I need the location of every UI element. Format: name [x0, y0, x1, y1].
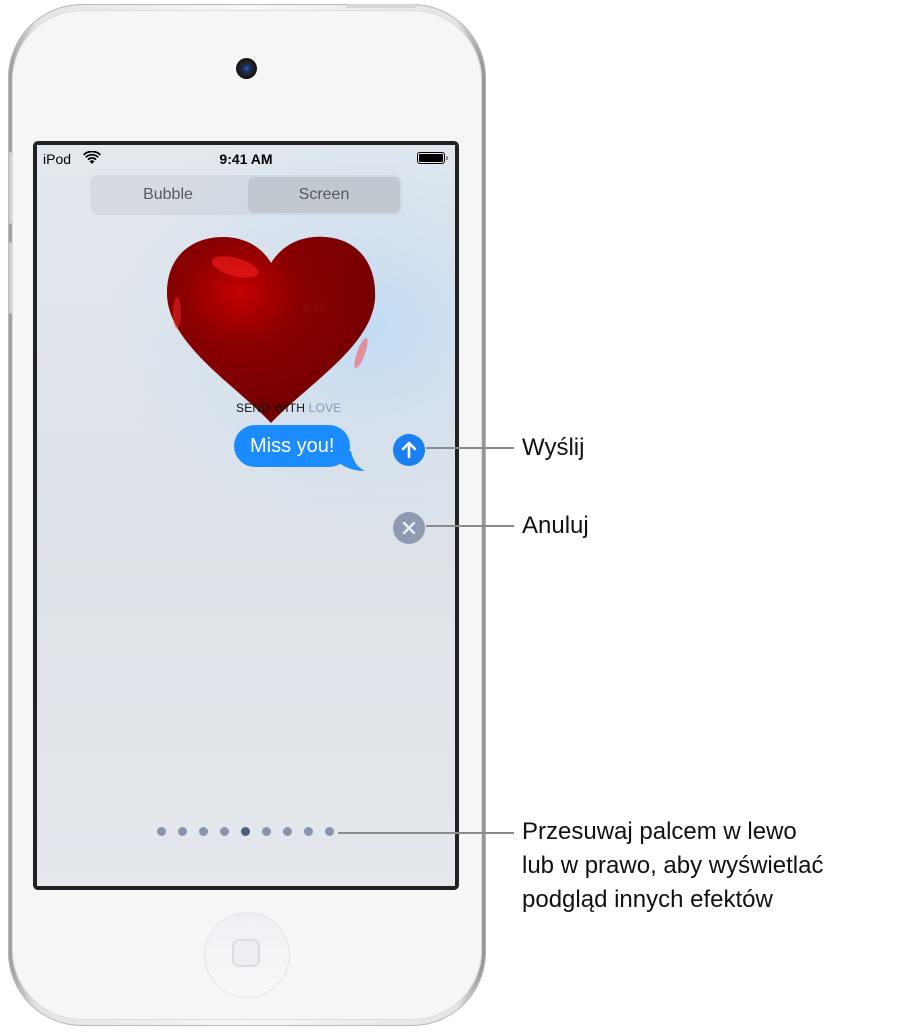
page-dot[interactable]: [178, 827, 187, 836]
effect-name-part2: LOVE: [308, 401, 342, 415]
screen-bezel: iPod 9:41 AM Bubble Screen you! SEND WIT…: [33, 141, 459, 890]
effect-type-segmented-control: Bubble Screen: [90, 175, 402, 215]
page-dot[interactable]: [199, 827, 208, 836]
front-camera-icon: [236, 58, 257, 79]
battery-icon: [417, 152, 448, 164]
status-bar: iPod 9:41 AM: [37, 145, 455, 169]
message-bubble: Miss you!: [234, 425, 351, 467]
effect-page-indicator[interactable]: [157, 827, 334, 837]
effect-name-label: SEND WITH LOVE: [236, 401, 342, 415]
svg-text:you!: you!: [303, 300, 326, 314]
tab-screen[interactable]: Screen: [248, 177, 400, 213]
callout-line-swipe: [338, 832, 514, 834]
page-dot[interactable]: [157, 827, 166, 836]
tab-bubble[interactable]: Bubble: [92, 177, 244, 213]
callout-swipe-line2: lub w prawo, aby wyświetlać: [522, 852, 824, 879]
effect-name-part1: SEND WITH: [236, 401, 309, 415]
page-dot[interactable]: [220, 827, 229, 836]
callout-swipe-line3: podgląd innych efektów: [522, 886, 773, 913]
callout-swipe-line1: Przesuwaj palcem w lewo: [522, 818, 797, 845]
home-square-icon: [232, 939, 260, 967]
callout-line-cancel: [426, 525, 514, 527]
callout-cancel: Anuluj: [522, 512, 589, 539]
page-dot[interactable]: [304, 827, 313, 836]
home-button[interactable]: [204, 912, 290, 998]
heart-effect-icon: you!: [167, 236, 376, 423]
page-dot[interactable]: [262, 827, 271, 836]
display: iPod 9:41 AM Bubble Screen you! SEND WIT…: [37, 145, 455, 886]
page-dot-active[interactable]: [241, 827, 250, 836]
top-button: [346, 4, 416, 8]
send-button[interactable]: [393, 434, 425, 466]
cancel-button[interactable]: [393, 512, 425, 544]
page-dot[interactable]: [283, 827, 292, 836]
callout-send: Wyślij: [522, 434, 585, 461]
arrow-up-icon: [401, 441, 417, 459]
status-time: 9:41 AM: [219, 151, 273, 167]
page-dot[interactable]: [325, 827, 334, 836]
close-icon: [402, 521, 416, 535]
callout-line-send: [426, 447, 514, 449]
